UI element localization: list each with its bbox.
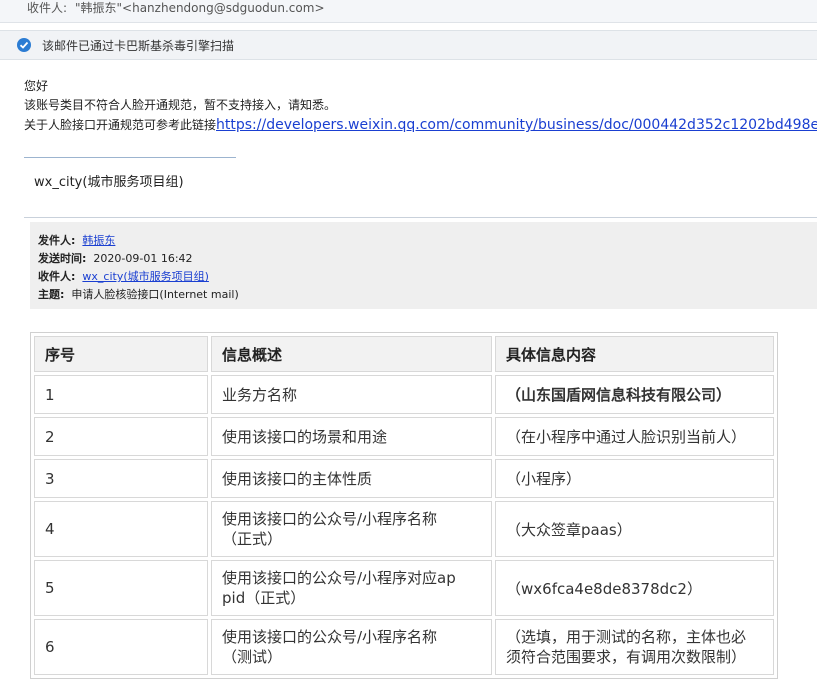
quoted-sent-row: 发送时间: 2020-09-01 16:42: [38, 250, 193, 266]
greeting: 您好: [24, 79, 49, 93]
cell-detail: （wx6fca4e8de8378dc2）: [495, 560, 774, 616]
cell-no: 2: [34, 417, 208, 456]
quoted-header: 发件人: 韩振东 发送时间: 2020-09-01 16:42 收件人: wx_…: [30, 222, 817, 309]
message-line-1: 该账号类目不符合人脸开通规范，暂不支持接入，请知悉。: [24, 98, 337, 112]
cell-detail-line-1: （选填，用于测试的名称，主体也必: [506, 628, 747, 646]
recipient-header: 收件人: "韩振东"<hanzhendong@sdguodun.com>: [0, 0, 817, 23]
cell-detail-line-2: 须符合范围要求，有调用次数限制）: [506, 648, 747, 666]
scan-notice-bar: 该邮件已通过卡巴斯基杀毒引擎扫描: [0, 30, 817, 60]
cell-summary: 使用该接口的主体性质: [211, 459, 492, 498]
scan-notice-text: 该邮件已通过卡巴斯基杀毒引擎扫描: [42, 39, 235, 53]
message-line-2-prefix: 关于人脸接口开通规范可参考此链接: [24, 118, 217, 132]
cell-summary: 业务方名称: [211, 375, 492, 414]
cell-detail: （在小程序中通过人脸识别当前人）: [495, 417, 774, 456]
cell-summary: 使用该接口的公众号/小程序名称 （正式）: [211, 501, 492, 557]
table-row: 2 使用该接口的场景和用途 （在小程序中通过人脸识别当前人）: [34, 417, 774, 456]
info-table: 序号 信息概述 具体信息内容 1 业务方名称 （山东国盾网信息科技有限公司） 2…: [30, 332, 778, 679]
cell-summary-line-1: 使用该接口的公众号/小程序对应ap: [222, 569, 456, 587]
cell-detail: （选填，用于测试的名称，主体也必 须符合范围要求，有调用次数限制）: [495, 619, 774, 675]
cell-no: 5: [34, 560, 208, 616]
signature-divider: [24, 157, 236, 158]
message-line-2: 关于人脸接口开通规范可参考此链接https://developers.weixi…: [24, 116, 817, 133]
quoted-subject-row: 主题: 申请人脸核验接口(Internet mail): [38, 286, 239, 302]
cell-summary-line-2: pid（正式）: [222, 589, 306, 607]
cell-detail: （小程序）: [495, 459, 774, 498]
quoted-to-label: 收件人:: [38, 270, 76, 283]
cell-summary: 使用该接口的公众号/小程序名称 （测试）: [211, 619, 492, 675]
quoted-subject-value: 申请人脸核验接口(Internet mail): [71, 288, 239, 301]
quoted-to-link[interactable]: wx_city(城市服务项目组): [82, 270, 209, 283]
quoted-from-label: 发件人:: [38, 234, 76, 247]
cell-summary-line-2: （正式）: [222, 530, 283, 548]
cell-summary-line-1: 使用该接口的公众号/小程序名称: [222, 510, 438, 528]
check-circle-icon: [17, 38, 31, 52]
cell-summary-line-2: （测试）: [222, 648, 283, 666]
quote-divider: [24, 217, 817, 218]
cell-detail: （大众签章paas）: [495, 501, 774, 557]
table-row: 1 业务方名称 （山东国盾网信息科技有限公司）: [34, 375, 774, 414]
recipient-value[interactable]: "韩振东"<hanzhendong@sdguodun.com>: [75, 0, 325, 16]
cell-summary: 使用该接口的场景和用途: [211, 417, 492, 456]
col-header-summary: 信息概述: [211, 336, 492, 372]
quoted-subject-label: 主题:: [38, 288, 65, 301]
cell-no: 6: [34, 619, 208, 675]
cell-summary-line-1: 使用该接口的公众号/小程序名称: [222, 628, 438, 646]
table-row: 6 使用该接口的公众号/小程序名称 （测试） （选填，用于测试的名称，主体也必 …: [34, 619, 774, 675]
col-header-detail: 具体信息内容: [495, 336, 774, 372]
cell-no: 1: [34, 375, 208, 414]
cell-no: 4: [34, 501, 208, 557]
table-row: 5 使用该接口的公众号/小程序对应ap pid（正式） （wx6fca4e8de…: [34, 560, 774, 616]
spec-link[interactable]: https://developers.weixin.qq.com/communi…: [216, 117, 817, 133]
cell-no: 3: [34, 459, 208, 498]
quoted-from-link[interactable]: 韩振东: [82, 234, 115, 247]
quoted-from-row: 发件人: 韩振东: [38, 232, 115, 248]
quoted-sent-label: 发送时间:: [38, 252, 87, 265]
signature: wx_city(城市服务项目组): [34, 175, 184, 190]
quoted-sent-value: 2020-09-01 16:42: [93, 252, 193, 265]
cell-summary: 使用该接口的公众号/小程序对应ap pid（正式）: [211, 560, 492, 616]
cell-detail: （山东国盾网信息科技有限公司）: [495, 375, 774, 414]
table-row: 3 使用该接口的主体性质 （小程序）: [34, 459, 774, 498]
recipient-label: 收件人:: [27, 1, 68, 15]
table-header-row: 序号 信息概述 具体信息内容: [34, 336, 774, 372]
quoted-to-row: 收件人: wx_city(城市服务项目组): [38, 268, 209, 284]
col-header-no: 序号: [34, 336, 208, 372]
table-row: 4 使用该接口的公众号/小程序名称 （正式） （大众签章paas）: [34, 501, 774, 557]
